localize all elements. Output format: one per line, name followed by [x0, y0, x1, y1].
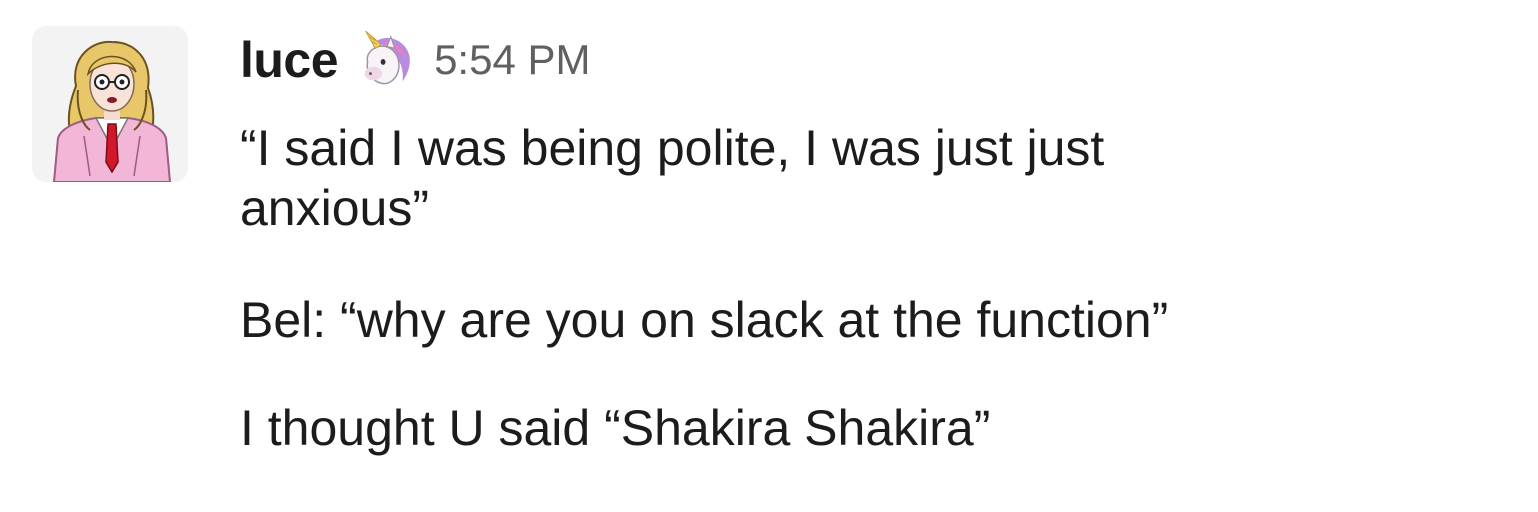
sender-name[interactable]: luce	[240, 31, 339, 89]
user-avatar[interactable]	[32, 26, 188, 182]
message-header: luce 5:54 PM	[240, 24, 1510, 96]
message-text-3: I thought U said “Shakira Shakira”	[240, 400, 991, 456]
unicorn-icon	[354, 29, 416, 91]
chat-message: luce 5:54 PM “I said I was being polite,…	[0, 0, 1538, 512]
message-text-1-line-2: anxious”	[240, 180, 429, 236]
message-timestamp[interactable]: 5:54 PM	[434, 36, 590, 84]
message-content: luce 5:54 PM “I said I was being polite,…	[240, 24, 1510, 458]
message-text-1-line-1: “I said I was being polite, I was just j…	[240, 120, 1105, 176]
message-text-2: Bel: “why are you on slack at the functi…	[240, 292, 1169, 348]
message-text-1: “I said I was being polite, I was just j…	[240, 118, 1510, 238]
avatar-illustration	[32, 26, 188, 182]
